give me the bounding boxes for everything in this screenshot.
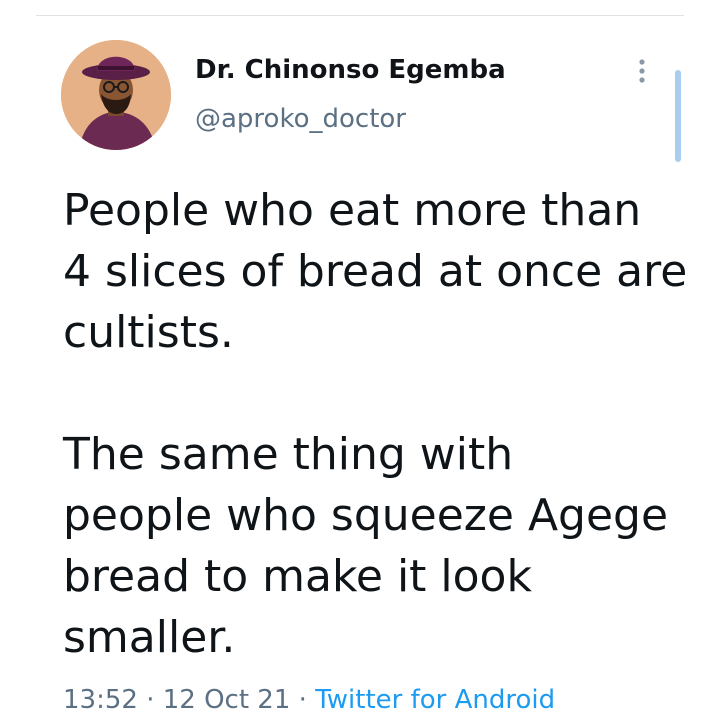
meta-separator: · (290, 685, 316, 715)
meta-separator: · (137, 685, 163, 715)
scrollbar-thumb[interactable] (675, 70, 681, 162)
tweet-date[interactable]: 12 Oct 21 (163, 685, 291, 715)
tweet-text-line: The same thing with (63, 429, 514, 480)
more-vertical-icon[interactable] (630, 56, 654, 90)
tweet-text-line: people who squeeze Agege (63, 490, 669, 541)
avatar[interactable] (61, 40, 171, 150)
tweet-text-line: cultists. (63, 307, 234, 358)
tweet-text-line: 4 slices of bread at once are (63, 246, 688, 297)
tweet-text-line: smaller. (63, 612, 236, 663)
profile-photo-icon (61, 40, 171, 150)
top-divider (36, 15, 684, 16)
tweet-text-line: People who eat more than (63, 185, 642, 236)
tweet-meta: 13:52 · 12 Oct 21 · Twitter for Android (63, 682, 555, 718)
tweet-source-link[interactable]: Twitter for Android (315, 685, 555, 715)
tweet-time[interactable]: 13:52 (63, 685, 138, 715)
tweet-text-line: bread to make it look (63, 551, 532, 602)
author-display-name[interactable]: Dr. Chinonso Egemba (195, 55, 506, 85)
tweet-text: People who eat more than 4 slices of bre… (63, 180, 693, 668)
author-handle[interactable]: @aproko_doctor (195, 104, 406, 134)
